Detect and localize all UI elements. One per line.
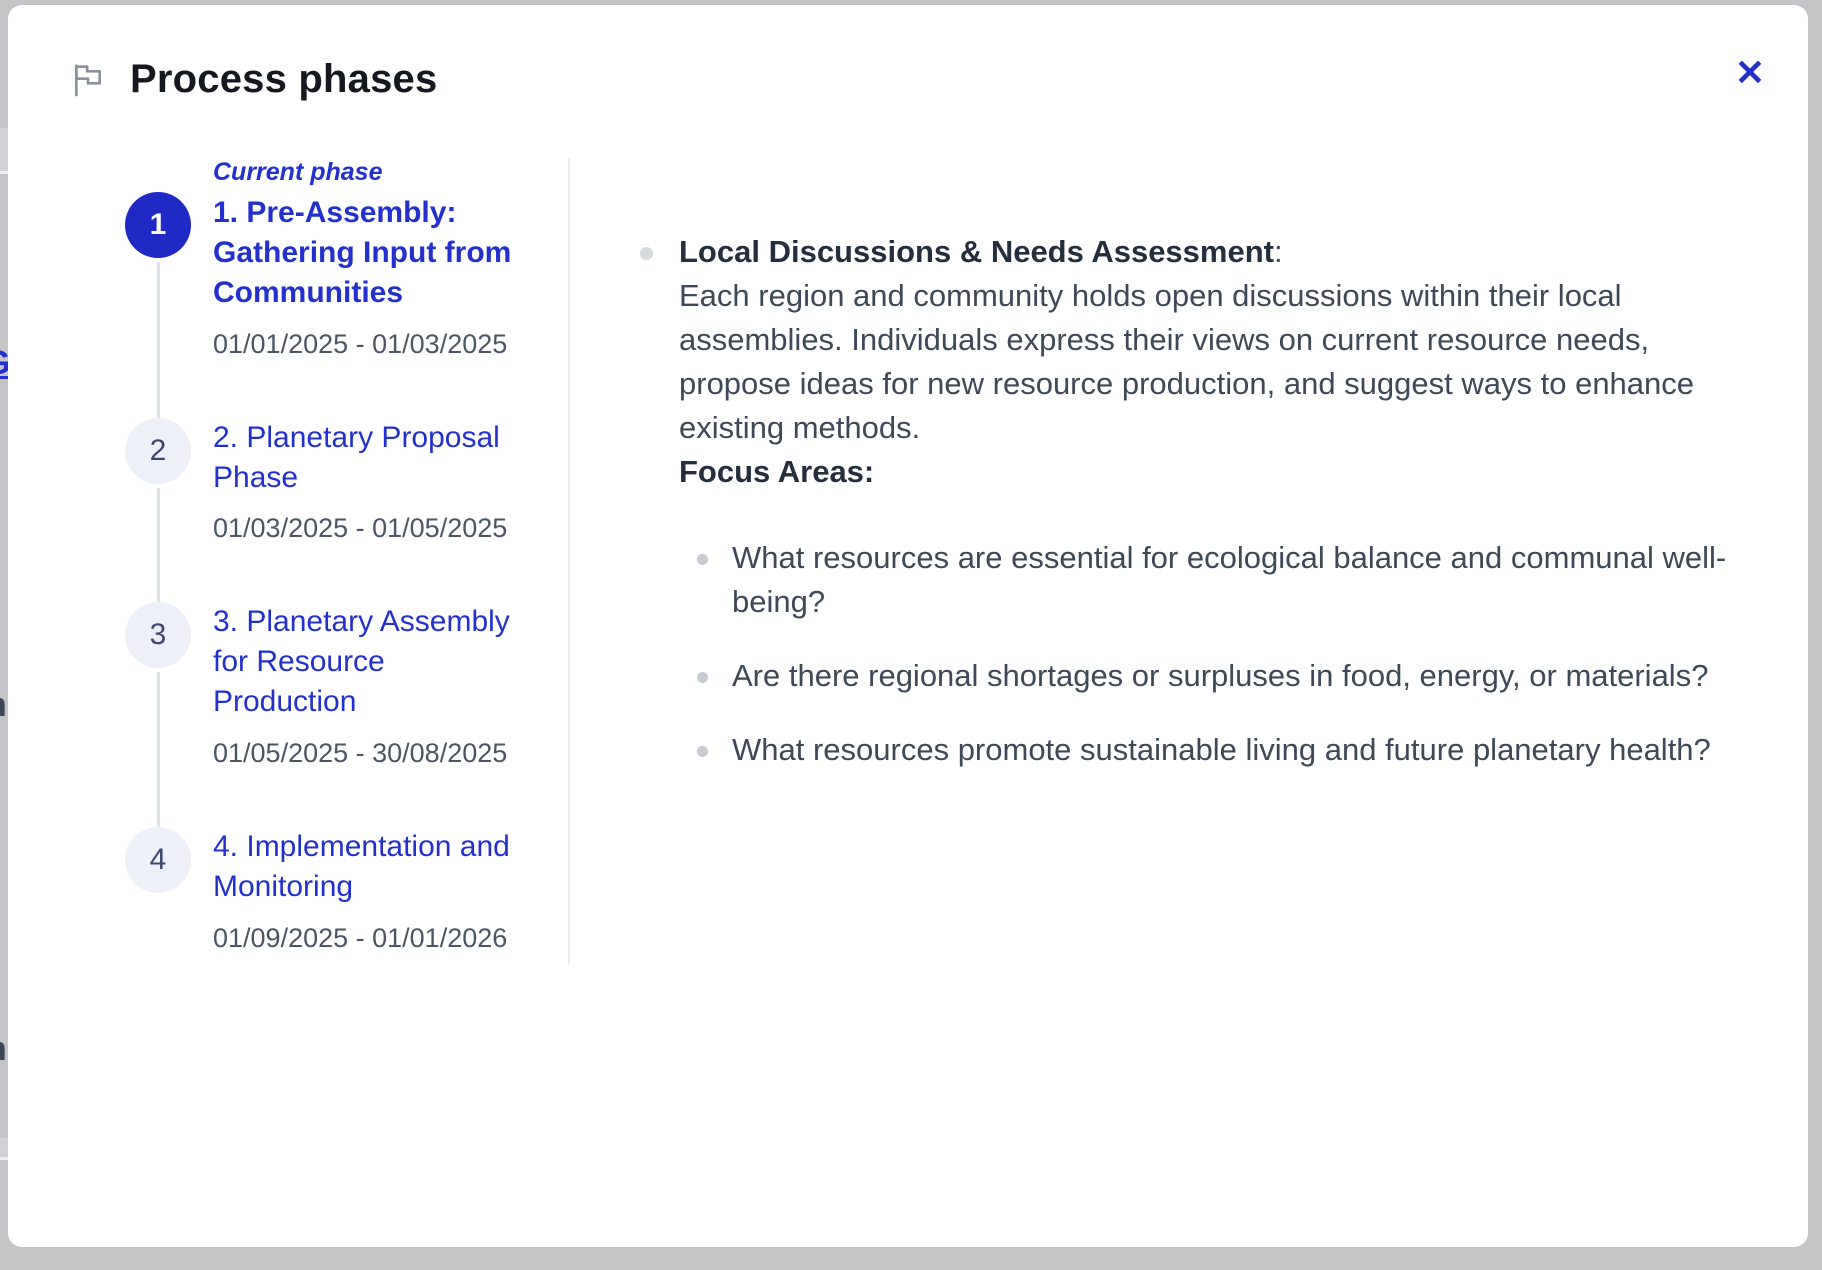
background-link-fragment[interactable]: G <box>0 344 8 383</box>
step-number-badge: 2 <box>125 418 191 484</box>
step-item-3: 3 3. Planetary Assembly for Resource Pro… <box>123 602 540 827</box>
background-divider <box>0 171 8 174</box>
flag-icon <box>68 58 108 102</box>
focus-area-text: Are there regional shortages or surpluse… <box>732 654 1708 698</box>
step-title-link[interactable]: 2. Planetary Proposal Phase <box>213 418 535 498</box>
focus-areas-label: Focus Areas: <box>679 454 874 489</box>
step-body: 2. Planetary Proposal Phase 01/03/2025 -… <box>213 418 535 603</box>
background-divider <box>0 1157 8 1160</box>
bullet-dot-icon <box>640 247 653 260</box>
step-dates: 01/09/2025 - 01/01/2026 <box>213 923 535 954</box>
modal-header: Process phases <box>8 5 1808 102</box>
step-number-badge: 3 <box>125 602 191 668</box>
phase-stepper: 1 Current phase 1. Pre-Assembly: Gatheri… <box>123 158 570 964</box>
step-number-badge: 4 <box>125 827 191 893</box>
step-rail: 4 <box>123 827 193 964</box>
background-card-fragment <box>0 1138 8 1157</box>
process-phases-modal: Process phases ✕ 1 Current phase 1. Pre-… <box>8 5 1808 1247</box>
description-heading-colon: : <box>1274 234 1283 269</box>
step-number-badge: 1 <box>125 192 191 258</box>
step-body: 4. Implementation and Monitoring 01/09/2… <box>213 827 535 964</box>
step-title-link[interactable]: 1. Pre-Assembly: Gathering Input from Co… <box>213 193 535 313</box>
step-body: 3. Planetary Assembly for Resource Produ… <box>213 602 535 827</box>
step-title-link[interactable]: 3. Planetary Assembly for Resource Produ… <box>213 602 535 722</box>
step-rail: 3 <box>123 602 193 827</box>
step-body: Current phase 1. Pre-Assembly: Gathering… <box>213 158 535 418</box>
step-dates: 01/05/2025 - 30/08/2025 <box>213 738 535 769</box>
step-dates: 01/01/2025 - 01/03/2025 <box>213 329 535 360</box>
step-item-2: 2 2. Planetary Proposal Phase 01/03/2025… <box>123 418 540 603</box>
focus-area-item: What resources promote sustainable livin… <box>697 728 1750 772</box>
description-bullet: Local Discussions & Needs Assessment: Ea… <box>640 230 1750 802</box>
description-body: Each region and community holds open dis… <box>679 278 1694 445</box>
focus-area-item: Are there regional shortages or surpluse… <box>697 654 1750 698</box>
bullet-dot-icon <box>697 746 708 757</box>
background-text-fragment: n <box>0 1030 7 1069</box>
description-text: Local Discussions & Needs Assessment: Ea… <box>679 230 1750 802</box>
step-rail: 1 <box>123 158 193 418</box>
background-text-fragment: n <box>0 686 7 725</box>
focus-areas-list: What resources are essential for ecologi… <box>697 536 1750 772</box>
step-connector-line <box>157 262 160 418</box>
description-heading: Local Discussions & Needs Assessment <box>679 234 1274 269</box>
step-title-link[interactable]: 4. Implementation and Monitoring <box>213 827 535 907</box>
page-backdrop: G n n <box>0 0 8 1270</box>
bullet-dot-icon <box>697 554 708 565</box>
modal-body: 1 Current phase 1. Pre-Assembly: Gatheri… <box>8 158 1808 964</box>
modal-title: Process phases <box>130 57 437 102</box>
focus-area-item: What resources are essential for ecologi… <box>697 536 1750 624</box>
step-rail: 2 <box>123 418 193 603</box>
bullet-dot-icon <box>697 672 708 683</box>
step-dates: 01/03/2025 - 01/05/2025 <box>213 513 535 544</box>
focus-area-text: What resources promote sustainable livin… <box>732 728 1711 772</box>
step-item-4: 4 4. Implementation and Monitoring 01/09… <box>123 827 540 964</box>
background-card-fragment <box>0 128 8 171</box>
close-button[interactable]: ✕ <box>1722 45 1778 101</box>
focus-area-text: What resources are essential for ecologi… <box>732 536 1732 624</box>
step-connector-line <box>157 672 160 827</box>
phase-description: Local Discussions & Needs Assessment: Ea… <box>570 158 1750 802</box>
step-item-1: 1 Current phase 1. Pre-Assembly: Gatheri… <box>123 158 540 418</box>
current-phase-label: Current phase <box>213 158 535 187</box>
step-connector-line <box>157 488 160 603</box>
